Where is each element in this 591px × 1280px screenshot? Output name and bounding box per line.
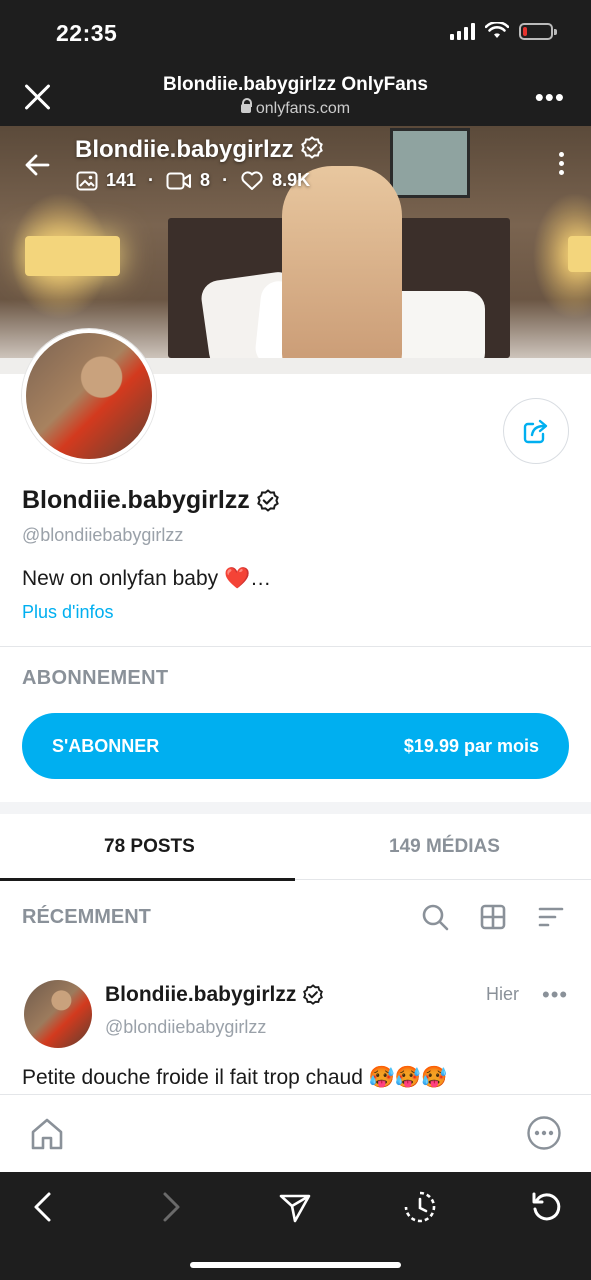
verified-icon xyxy=(301,136,324,159)
likes-count: 8.9K xyxy=(272,170,311,190)
section-separator xyxy=(0,802,591,814)
heart-icon xyxy=(241,170,263,190)
post-author-avatar[interactable] xyxy=(24,980,92,1048)
recent-toolbar xyxy=(421,903,565,931)
post-more-icon[interactable]: ••• xyxy=(542,982,568,1008)
send-icon[interactable] xyxy=(278,1190,312,1224)
separator-dot: · xyxy=(148,170,155,190)
browser-top-bar: Blondiie.babygirlzz OnlyFans onlyfans.co… xyxy=(0,62,591,126)
kebab-menu-icon[interactable] xyxy=(559,152,565,176)
sort-icon[interactable] xyxy=(537,903,565,931)
subscription-section-title: ABONNEMENT xyxy=(22,667,169,689)
subscribe-button[interactable]: S'ABONNER $19.99 par mois xyxy=(22,713,569,779)
profile-name: Blondiie.babygirlzz xyxy=(22,486,280,515)
separator-dot: · xyxy=(222,170,229,190)
video-count: 8 xyxy=(200,170,211,190)
post-timestamp: Hier xyxy=(486,984,520,1004)
bottom-nav xyxy=(0,1094,591,1172)
divider xyxy=(0,646,591,647)
profile-bio: New on onlyfan baby ❤️… xyxy=(22,567,272,590)
browser-back-icon[interactable] xyxy=(27,1190,61,1224)
subscribe-button-label: S'ABONNER xyxy=(52,735,160,756)
grid-view-icon[interactable] xyxy=(479,903,507,931)
home-indicator[interactable] xyxy=(190,1262,401,1268)
active-tab-indicator xyxy=(0,878,295,881)
status-time: 22:35 xyxy=(56,20,118,46)
cover-stats: 141 · 8 · 8.9K xyxy=(76,170,310,191)
post-author-handle: @blondiiebabygirlzz xyxy=(105,1017,267,1037)
photo-count: 141 xyxy=(106,170,137,190)
share-icon xyxy=(523,419,548,444)
browser-url-line: onlyfans.com xyxy=(0,98,591,118)
browser-page-title: Blondiie.babygirlzz OnlyFans xyxy=(163,74,428,95)
photo-icon xyxy=(76,171,98,190)
cover-lamp-right xyxy=(568,236,591,272)
verified-icon xyxy=(303,984,324,1005)
back-arrow-icon[interactable] xyxy=(24,152,50,178)
cover-header: Blondiie.babygirlzz 141 · 8 · 8.9K xyxy=(0,126,591,206)
cover-name-text: Blondiie.babygirlzz xyxy=(75,136,294,163)
battery-level xyxy=(523,26,527,36)
browser-forward-icon[interactable] xyxy=(153,1190,187,1224)
profile-handle: @blondiiebabygirlzz xyxy=(22,525,184,545)
more-menu-icon[interactable] xyxy=(526,1115,562,1151)
content-tabs: 78 POSTS 149 MÉDIAS xyxy=(0,814,591,881)
search-icon[interactable] xyxy=(421,903,449,931)
home-icon[interactable] xyxy=(28,1115,66,1153)
video-icon xyxy=(166,172,192,189)
post-author-name[interactable]: Blondiie.babygirlzz xyxy=(105,983,324,1007)
status-bar: 22:35 xyxy=(0,0,591,62)
battery-icon xyxy=(519,22,557,40)
verified-icon xyxy=(256,488,279,512)
cover-creator-name: Blondiie.babygirlzz xyxy=(75,136,324,164)
more-info-link[interactable]: Plus d'infos xyxy=(22,602,114,623)
history-icon[interactable] xyxy=(403,1190,437,1224)
post-text: Petite douche froide il fait trop chaud … xyxy=(22,1066,448,1089)
post-author-name-text: Blondiie.babygirlzz xyxy=(105,983,297,1006)
lock-icon xyxy=(240,98,252,113)
browser-more-icon[interactable]: ••• xyxy=(535,82,565,113)
wifi-icon xyxy=(485,22,509,38)
share-button[interactable] xyxy=(503,398,569,464)
cover-lamp-left xyxy=(25,236,120,276)
tab-media[interactable]: 149 MÉDIAS xyxy=(389,836,500,858)
status-icons xyxy=(450,22,557,40)
tab-posts[interactable]: 78 POSTS xyxy=(104,836,195,858)
profile-avatar[interactable] xyxy=(22,329,156,463)
browser-url: onlyfans.com xyxy=(255,100,351,117)
subscribe-price: $19.99 par mois xyxy=(403,735,539,756)
profile-name-text: Blondiie.babygirlzz xyxy=(22,486,250,514)
cellular-signal-icon xyxy=(450,22,475,40)
recent-section-title: RÉCEMMENT xyxy=(22,906,151,928)
reload-icon[interactable] xyxy=(530,1190,564,1224)
